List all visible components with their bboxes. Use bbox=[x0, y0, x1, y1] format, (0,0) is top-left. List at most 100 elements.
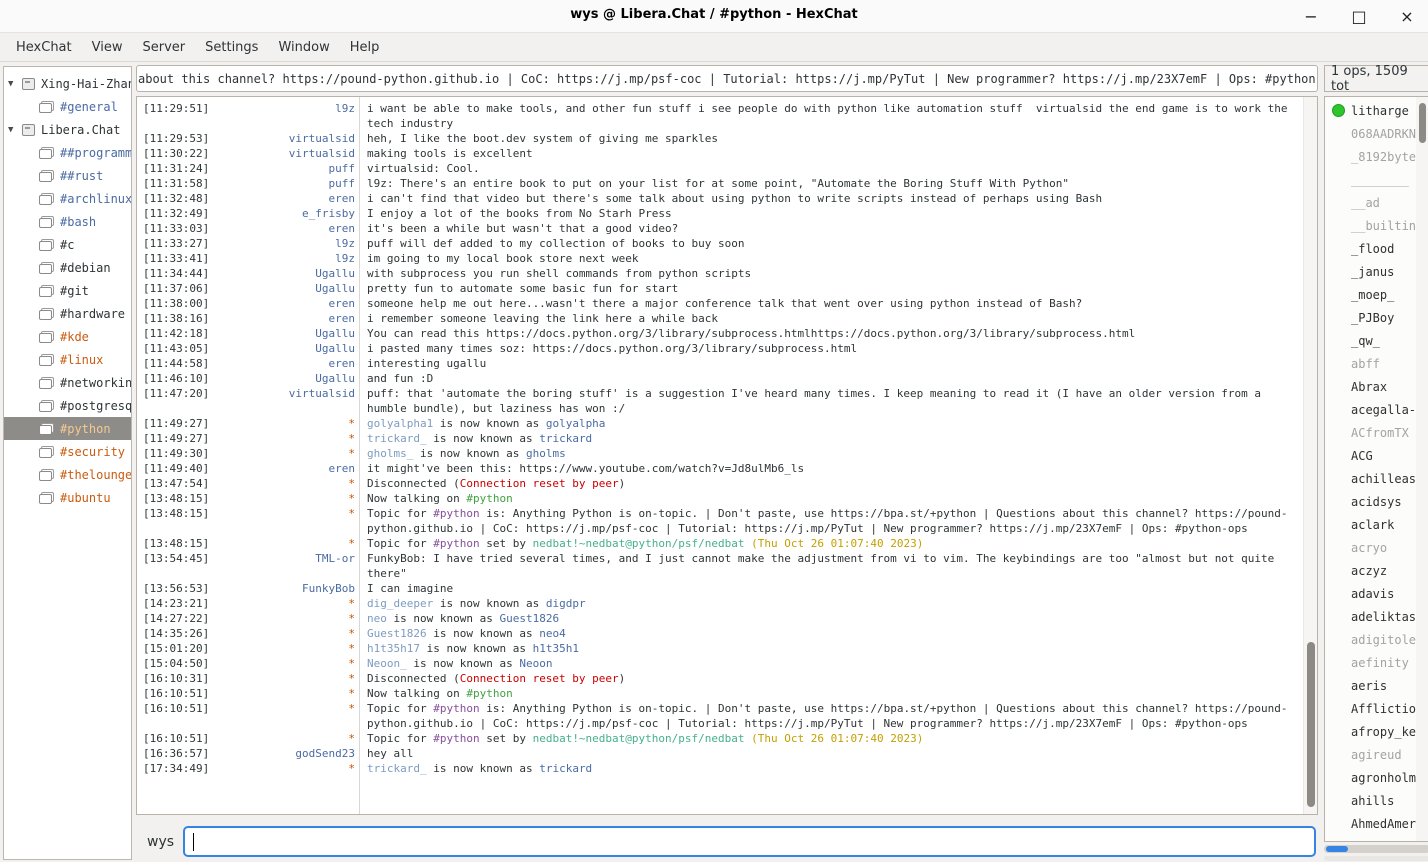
sidebar-item-label: #general bbox=[60, 100, 118, 114]
sidebar-item-programming[interactable]: ##programming bbox=[4, 141, 131, 164]
userlist-item[interactable]: __builtin bbox=[1325, 214, 1428, 237]
timestamp: [13:47:54] bbox=[137, 476, 215, 491]
message-segment: it's been a while but wasn't that a good… bbox=[367, 222, 678, 235]
sidebar-item-xing-hai-zhan[interactable]: ▼Xing-Hai-Zhan bbox=[4, 72, 131, 95]
userlist-header: 1 ops, 1509 tot bbox=[1324, 65, 1428, 92]
message-segment-newnick: gholms bbox=[526, 447, 566, 460]
menu-item-view[interactable]: View bbox=[82, 36, 133, 59]
maximize-icon[interactable]: □ bbox=[1350, 7, 1368, 26]
chat-scrollbar[interactable] bbox=[1303, 97, 1317, 814]
message-input[interactable] bbox=[183, 826, 1316, 857]
topic-bar[interactable]: about this channel? https://pound-python… bbox=[136, 65, 1318, 92]
userlist-item[interactable]: aclark bbox=[1325, 513, 1428, 536]
userlist-item[interactable]: _janus bbox=[1325, 260, 1428, 283]
user-nick: _flood bbox=[1351, 242, 1394, 256]
userlist-item[interactable]: abff bbox=[1325, 352, 1428, 375]
user-nick: aczyz bbox=[1351, 564, 1387, 578]
userlist-item[interactable]: achilleas bbox=[1325, 467, 1428, 490]
userlist-hscrollbar-thumb[interactable] bbox=[1326, 846, 1348, 852]
message-segment-newnick: trickard bbox=[539, 762, 592, 775]
message-segment: it might've been this: https://www.youtu… bbox=[367, 462, 804, 475]
timestamp: [13:54:45] bbox=[137, 551, 215, 581]
userlist-item[interactable]: aeris bbox=[1325, 674, 1428, 697]
message-segment-oldnick: neo bbox=[367, 612, 387, 625]
userlist-item[interactable]: _qw_ bbox=[1325, 329, 1428, 352]
sidebar-item-c[interactable]: #c bbox=[4, 233, 131, 256]
userlist-item[interactable]: acegalla- bbox=[1325, 398, 1428, 421]
message: Neoon_ is now known as Neoon bbox=[355, 656, 1302, 671]
userlist-item[interactable]: ACG bbox=[1325, 444, 1428, 467]
user-nick: adeliktas bbox=[1351, 610, 1416, 624]
sidebar-item-python[interactable]: #python bbox=[4, 417, 131, 440]
timestamp: [11:44:58] bbox=[137, 356, 215, 371]
sidebar-item-general[interactable]: #general bbox=[4, 95, 131, 118]
userlist-item[interactable]: _flood bbox=[1325, 237, 1428, 260]
minimize-icon[interactable]: − bbox=[1302, 7, 1320, 26]
userlist-item[interactable]: ACfromTX bbox=[1325, 421, 1428, 444]
userlist-item[interactable]: Abrax bbox=[1325, 375, 1428, 398]
sidebar-item-security[interactable]: #security bbox=[4, 440, 131, 463]
userlist-item[interactable]: _8192byte bbox=[1325, 145, 1428, 168]
sidebar-item-hardware[interactable]: #hardware bbox=[4, 302, 131, 325]
userlist-item[interactable]: adeliktas bbox=[1325, 605, 1428, 628]
sidebar-item-kde[interactable]: #kde bbox=[4, 325, 131, 348]
message: golyalpha1 is now known as golyalpha bbox=[355, 416, 1302, 431]
userlist-item[interactable]: ________ bbox=[1325, 168, 1428, 191]
userlist-item[interactable]: ahills bbox=[1325, 789, 1428, 812]
sidebar-item-networking[interactable]: #networking bbox=[4, 371, 131, 394]
sidebar-item-rust[interactable]: ##rust bbox=[4, 164, 131, 187]
nick: eren bbox=[215, 356, 355, 371]
sidebar-item-ubuntu[interactable]: #ubuntu bbox=[4, 486, 131, 509]
user-nick: aeris bbox=[1351, 679, 1387, 693]
close-icon[interactable]: × bbox=[1398, 7, 1416, 26]
userlist-item[interactable]: agronholm bbox=[1325, 766, 1428, 789]
message: You can read this https://docs.python.or… bbox=[355, 326, 1302, 341]
sidebar-item-thelounge[interactable]: #thelounge bbox=[4, 463, 131, 486]
nick: eren bbox=[215, 221, 355, 236]
menu-item-help[interactable]: Help bbox=[340, 36, 390, 59]
userlist-item[interactable]: _PJBoy bbox=[1325, 306, 1428, 329]
userlist-item[interactable]: AhmedAmer bbox=[1325, 812, 1428, 835]
userlist-scrollbar[interactable] bbox=[1416, 97, 1428, 841]
sidebar-item-debian[interactable]: #debian bbox=[4, 256, 131, 279]
nick: puff bbox=[215, 176, 355, 191]
userlist-item[interactable]: _moep_ bbox=[1325, 283, 1428, 306]
userlist-item[interactable]: Affliction bbox=[1325, 697, 1428, 720]
userlist-item[interactable]: adigitole bbox=[1325, 628, 1428, 651]
sidebar-item-archlinux[interactable]: #archlinux bbox=[4, 187, 131, 210]
menu-item-window[interactable]: Window bbox=[268, 36, 339, 59]
sidebar-item-label: #python bbox=[60, 422, 111, 436]
sidebar-item-git[interactable]: #git bbox=[4, 279, 131, 302]
expander-icon[interactable]: ▼ bbox=[8, 79, 20, 89]
userlist-item[interactable]: adavis bbox=[1325, 582, 1428, 605]
userlist-item[interactable]: aefinity bbox=[1325, 651, 1428, 674]
chat-line: [16:10:51]*Topic for #python is: Anythin… bbox=[137, 701, 1302, 731]
expander-icon[interactable]: ▼ bbox=[8, 125, 20, 135]
sidebar-item-bash[interactable]: #bash bbox=[4, 210, 131, 233]
timestamp: [11:38:16] bbox=[137, 311, 215, 326]
sidebar-item-postgresql[interactable]: #postgresql bbox=[4, 394, 131, 417]
server-icon bbox=[22, 78, 35, 90]
userlist-item[interactable]: afropy_ke bbox=[1325, 720, 1428, 743]
menu-item-server[interactable]: Server bbox=[132, 36, 195, 59]
chat-line: [14:23:21]*dig_deeper is now known as di… bbox=[137, 596, 1302, 611]
userlist-item[interactable]: __ad bbox=[1325, 191, 1428, 214]
sidebar-item-libera.chat[interactable]: ▼Libera.Chat bbox=[4, 118, 131, 141]
userlist-item[interactable]: 068AADRKN bbox=[1325, 122, 1428, 145]
chat-line: [11:32:48]ereni can't find that video bu… bbox=[137, 191, 1302, 206]
channel-icon bbox=[39, 446, 54, 458]
userlist-item[interactable]: agireud bbox=[1325, 743, 1428, 766]
userlist-item[interactable]: acryo bbox=[1325, 536, 1428, 559]
sidebar-item-linux[interactable]: #linux bbox=[4, 348, 131, 371]
userlist-item[interactable]: acidsys bbox=[1325, 490, 1428, 513]
menu-item-settings[interactable]: Settings bbox=[195, 36, 268, 59]
userlist-scrollbar-thumb[interactable] bbox=[1419, 103, 1426, 143]
userlist-hscrollbar[interactable] bbox=[1324, 845, 1428, 853]
sidebar-item-label: ##rust bbox=[60, 169, 103, 183]
userlist-item[interactable]: aczyz bbox=[1325, 559, 1428, 582]
timestamp: [11:30:22] bbox=[137, 146, 215, 161]
chat-scrollbar-thumb[interactable] bbox=[1307, 642, 1315, 807]
menu-item-hexchat[interactable]: HexChat bbox=[6, 36, 82, 59]
userlist-item[interactable]: litharge bbox=[1325, 99, 1428, 122]
timestamp: [11:33:41] bbox=[137, 251, 215, 266]
